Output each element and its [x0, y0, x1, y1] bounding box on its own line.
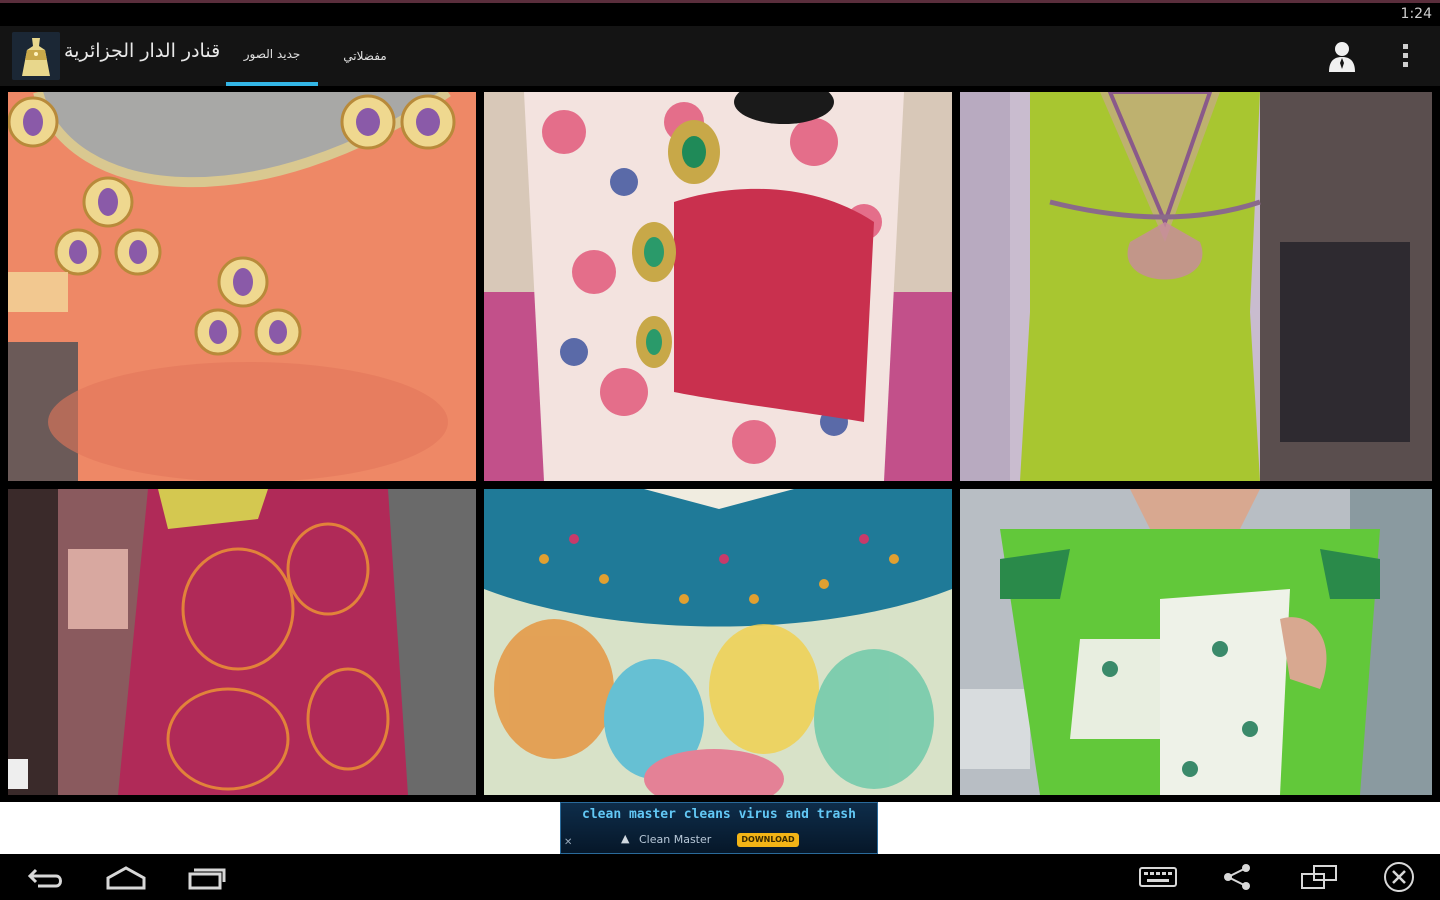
recent-apps-icon[interactable]: [184, 860, 228, 894]
ad-headline: clean master cleans virus and trash: [582, 807, 856, 822]
overflow-menu-icon[interactable]: [1394, 40, 1418, 72]
status-clock: 1:24: [1400, 6, 1432, 22]
back-icon[interactable]: [24, 860, 68, 894]
tab-new-photos[interactable]: جديد الصور: [226, 26, 318, 86]
navigation-bar: [0, 854, 1440, 900]
ad-brand: Clean Master: [639, 833, 712, 846]
gallery-item-green-floral-dress[interactable]: [960, 489, 1432, 795]
status-bar: 1:24: [0, 0, 1440, 26]
gallery-item-orange-dress[interactable]: [8, 92, 476, 481]
profile-icon[interactable]: [1324, 38, 1360, 74]
app-title: قنادر الدار الجزائرية: [64, 40, 221, 62]
ad-strip: clean master cleans virus and trash ✕ ▲ …: [0, 802, 1440, 854]
home-icon[interactable]: [104, 860, 148, 894]
tab-label: جديد الصور: [243, 47, 301, 61]
gallery-item-floral-dress[interactable]: [484, 92, 952, 481]
ad-download-button[interactable]: DOWNLOAD: [737, 833, 799, 847]
photo-grid: [0, 86, 1440, 802]
tab-favorites[interactable]: مفضلاتي: [330, 26, 400, 86]
close-icon[interactable]: [1378, 860, 1422, 894]
ad-close-icon[interactable]: ✕: [564, 837, 572, 848]
action-bar: قنادر الدار الجزائرية جديد الصور مفضلاتي: [0, 26, 1440, 86]
tab-label: مفضلاتي: [343, 49, 387, 63]
gallery-item-pink-dress[interactable]: [8, 489, 476, 795]
gallery-item-tiedye-dress[interactable]: [484, 489, 952, 795]
keyboard-icon[interactable]: [1136, 860, 1180, 894]
gallery-item-green-dress[interactable]: [960, 92, 1432, 481]
app-logo-icon[interactable]: [12, 32, 60, 80]
ad-brand-icon: ▲: [621, 832, 630, 845]
ad-banner[interactable]: clean master cleans virus and trash ✕ ▲ …: [560, 802, 878, 854]
screen-rotate-icon[interactable]: [1298, 860, 1342, 894]
share-icon[interactable]: [1216, 860, 1260, 894]
